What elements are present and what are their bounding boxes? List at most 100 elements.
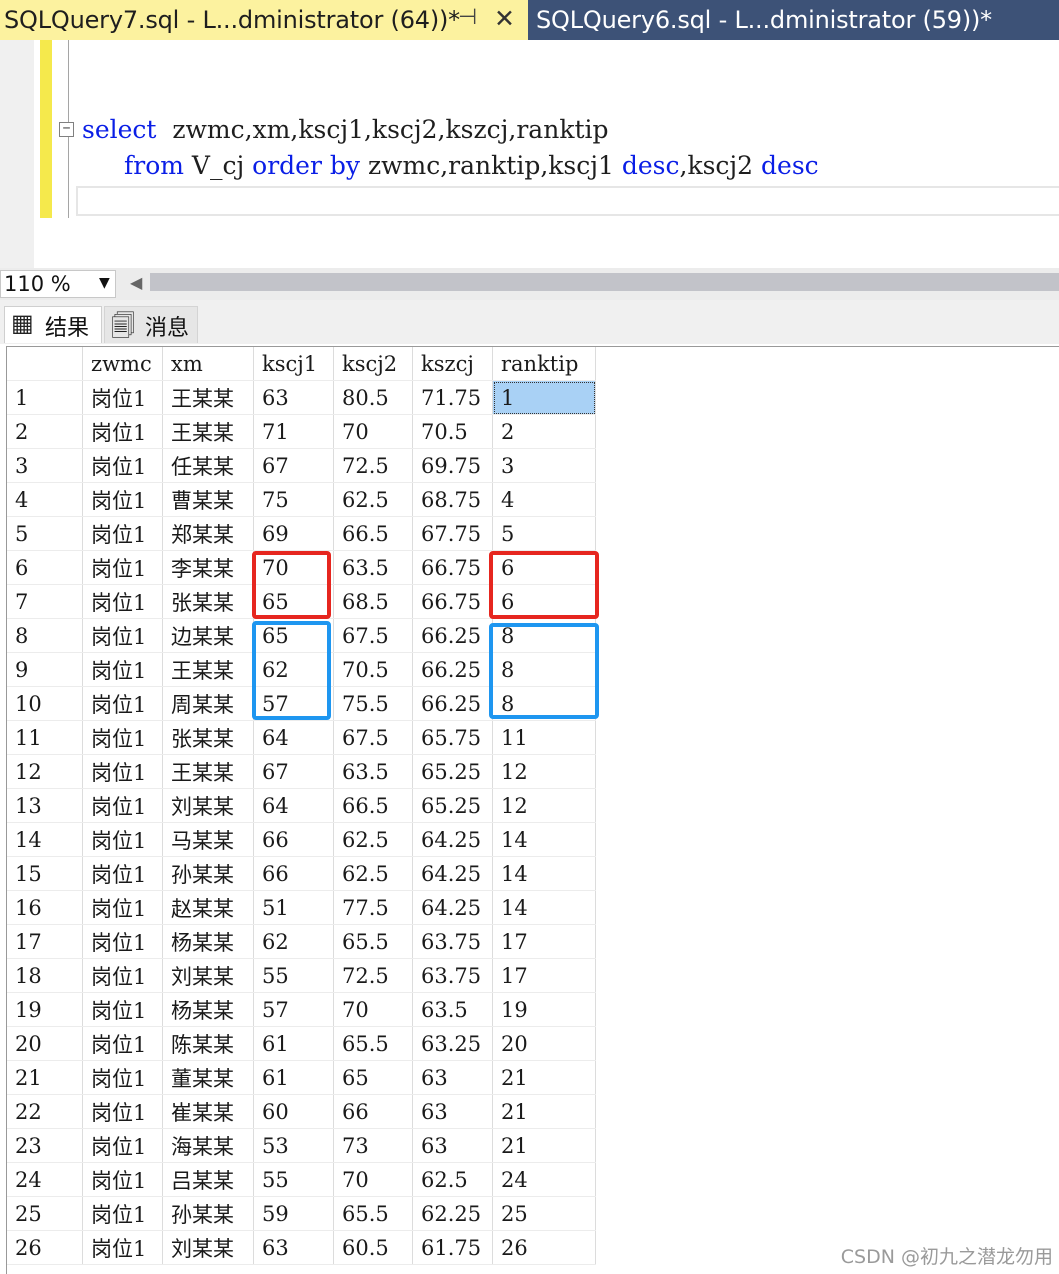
cell-kscj2[interactable]: 80.5 [333, 380, 413, 415]
close-icon[interactable]: ✕ [494, 4, 515, 33]
cell-kscj2[interactable]: 66 [333, 1094, 413, 1129]
cell-kszcj[interactable]: 68.75 [412, 482, 493, 517]
cell-kscj2[interactable]: 70 [333, 1162, 413, 1197]
chevron-down-icon[interactable]: ▼ [99, 275, 110, 291]
scroll-left-icon[interactable]: ◀ [130, 273, 142, 292]
cell-kscj1[interactable]: 53 [253, 1128, 334, 1163]
cell-zwmc[interactable]: 岗位1 [82, 720, 163, 755]
cell-ranktip[interactable]: 12 [492, 754, 596, 789]
cell-kscj2[interactable]: 65.5 [333, 924, 413, 959]
cell-ranktip[interactable]: 26 [492, 1230, 596, 1265]
cell-kszcj[interactable]: 66.75 [412, 550, 493, 585]
cell-xm[interactable]: 崔某某 [162, 1094, 254, 1129]
cell-zwmc[interactable]: 岗位1 [82, 380, 163, 415]
cell-kszcj[interactable]: 66.25 [412, 652, 493, 687]
row-number-cell[interactable]: 19 [7, 992, 83, 1027]
cell-kscj1[interactable]: 75 [253, 482, 334, 517]
cell-kszcj[interactable]: 64.25 [412, 822, 493, 857]
cell-kscj2[interactable]: 63.5 [333, 754, 413, 789]
cell-kscj2[interactable]: 70 [333, 992, 413, 1027]
table-row[interactable]: 5 岗位1 郑某某 69 66.5 67.75 5 [7, 516, 596, 551]
cell-ranktip[interactable]: 14 [492, 890, 596, 925]
cell-zwmc[interactable]: 岗位1 [82, 958, 163, 993]
pin-icon[interactable]: ⊣ [458, 5, 477, 30]
cell-kscj1[interactable]: 51 [253, 890, 334, 925]
results-grid[interactable]: zwmc xm kscj1 kscj2 kszcj ranktip 1 岗位1 王某某 63 80… [6, 346, 1059, 1274]
cell-zwmc[interactable]: 岗位1 [82, 788, 163, 823]
cell-zwmc[interactable]: 岗位1 [82, 1162, 163, 1197]
cell-ranktip[interactable]: 3 [492, 448, 596, 483]
cell-xm[interactable]: 孙某某 [162, 1196, 254, 1231]
row-number-cell[interactable]: 10 [7, 686, 83, 721]
cell-kscj1[interactable]: 59 [253, 1196, 334, 1231]
cell-zwmc[interactable]: 岗位1 [82, 1026, 163, 1061]
row-number-cell[interactable]: 13 [7, 788, 83, 823]
cell-xm[interactable]: 海某某 [162, 1128, 254, 1163]
table-row[interactable]: 14 岗位1 马某某 66 62.5 64.25 14 [7, 822, 596, 857]
row-number-cell[interactable]: 7 [7, 584, 83, 619]
cell-ranktip[interactable]: 21 [492, 1094, 596, 1129]
cell-kszcj[interactable]: 71.75 [412, 380, 493, 415]
cell-kszcj[interactable]: 69.75 [412, 448, 493, 483]
cell-kscj2[interactable]: 60.5 [333, 1230, 413, 1265]
row-number-cell[interactable]: 3 [7, 448, 83, 483]
row-number-cell[interactable]: 1 [7, 380, 83, 415]
cell-xm[interactable]: 刘某某 [162, 788, 254, 823]
cell-kszcj[interactable]: 67.75 [412, 516, 493, 551]
cell-ranktip[interactable]: 1 [492, 380, 596, 415]
table-row[interactable]: 21 岗位1 董某某 61 65 63 21 [7, 1060, 596, 1095]
cell-zwmc[interactable]: 岗位1 [82, 618, 163, 653]
cell-xm[interactable]: 杨某某 [162, 992, 254, 1027]
cell-xm[interactable]: 杨某某 [162, 924, 254, 959]
cell-zwmc[interactable]: 岗位1 [82, 1094, 163, 1129]
table-row[interactable]: 26 岗位1 刘某某 63 60.5 61.75 26 [7, 1230, 596, 1265]
cell-kscj1[interactable]: 63 [253, 1230, 334, 1265]
cell-kszcj[interactable]: 63 [412, 1094, 493, 1129]
cell-kscj2[interactable]: 77.5 [333, 890, 413, 925]
cell-kszcj[interactable]: 66.75 [412, 584, 493, 619]
cell-zwmc[interactable]: 岗位1 [82, 584, 163, 619]
cell-kszcj[interactable]: 65.25 [412, 788, 493, 823]
table-row[interactable]: 13 岗位1 刘某某 64 66.5 65.25 12 [7, 788, 596, 823]
column-header-kscj2[interactable]: kscj2 [333, 347, 413, 381]
cell-kscj2[interactable]: 62.5 [333, 482, 413, 517]
cell-kszcj[interactable]: 65.75 [412, 720, 493, 755]
cell-kscj1[interactable]: 61 [253, 1026, 334, 1061]
cell-zwmc[interactable]: 岗位1 [82, 448, 163, 483]
column-header-ranktip[interactable]: ranktip [492, 347, 596, 381]
row-number-cell[interactable]: 6 [7, 550, 83, 585]
cell-kszcj[interactable]: 63 [412, 1128, 493, 1163]
cell-ranktip[interactable]: 4 [492, 482, 596, 517]
cell-xm[interactable]: 李某某 [162, 550, 254, 585]
cell-kscj2[interactable]: 70 [333, 414, 413, 449]
table-row[interactable]: 18 岗位1 刘某某 55 72.5 63.75 17 [7, 958, 596, 993]
cell-xm[interactable]: 赵某某 [162, 890, 254, 925]
cell-ranktip[interactable]: 25 [492, 1196, 596, 1231]
cell-kscj2[interactable]: 73 [333, 1128, 413, 1163]
cell-xm[interactable]: 曹某某 [162, 482, 254, 517]
row-number-cell[interactable]: 25 [7, 1196, 83, 1231]
cell-kszcj[interactable]: 63.25 [412, 1026, 493, 1061]
cell-kscj2[interactable]: 65 [333, 1060, 413, 1095]
cell-ranktip[interactable]: 21 [492, 1060, 596, 1095]
query-editor[interactable]: − select zwmc,xm,kscj1,kscj2,kszcj,rankt… [0, 40, 1059, 268]
code-line-1[interactable]: select zwmc,xm,kscj1,kscj2,kszcj,ranktip [82, 115, 609, 144]
cell-kszcj[interactable]: 63.75 [412, 924, 493, 959]
row-number-cell[interactable]: 4 [7, 482, 83, 517]
cell-kscj2[interactable]: 62.5 [333, 822, 413, 857]
cell-kscj1[interactable]: 60 [253, 1094, 334, 1129]
cell-zwmc[interactable]: 岗位1 [82, 754, 163, 789]
cell-zwmc[interactable]: 岗位1 [82, 516, 163, 551]
cell-xm[interactable]: 张某某 [162, 584, 254, 619]
cell-kscj1[interactable]: 57 [253, 992, 334, 1027]
row-number-cell[interactable]: 20 [7, 1026, 83, 1061]
cell-zwmc[interactable]: 岗位1 [82, 1128, 163, 1163]
cell-kscj1[interactable]: 55 [253, 958, 334, 993]
cell-kszcj[interactable]: 66.25 [412, 618, 493, 653]
cell-xm[interactable]: 王某某 [162, 652, 254, 687]
cell-kszcj[interactable]: 64.25 [412, 890, 493, 925]
cell-kscj2[interactable]: 72.5 [333, 448, 413, 483]
cell-kscj2[interactable]: 66.5 [333, 788, 413, 823]
cell-kscj1[interactable]: 61 [253, 1060, 334, 1095]
cell-ranktip[interactable]: 19 [492, 992, 596, 1027]
